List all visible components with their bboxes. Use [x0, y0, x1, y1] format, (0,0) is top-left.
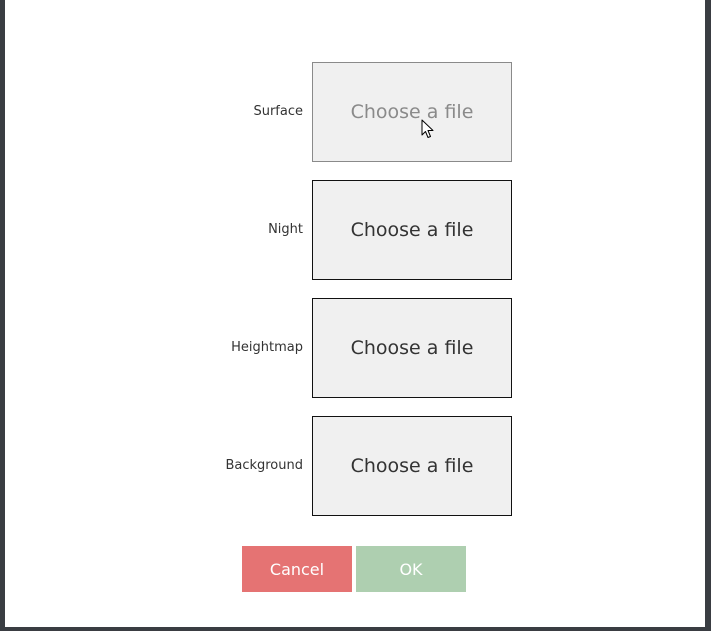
surface-file-picker-text: Choose a file	[350, 101, 474, 123]
night-file-picker-text: Choose a file	[350, 219, 474, 241]
background-label: Background	[225, 458, 303, 473]
cancel-button[interactable]: Cancel	[242, 546, 352, 592]
night-label: Night	[268, 222, 303, 237]
night-file-picker[interactable]: Choose a file	[312, 180, 512, 280]
texture-dialog: Surface Choose a file Night Choose a fil…	[5, 0, 705, 627]
heightmap-label: Heightmap	[231, 340, 303, 355]
heightmap-file-picker[interactable]: Choose a file	[312, 298, 512, 398]
surface-label: Surface	[253, 104, 303, 119]
heightmap-file-picker-text: Choose a file	[350, 337, 474, 359]
ok-button[interactable]: OK	[356, 546, 466, 592]
surface-file-picker[interactable]: Choose a file	[312, 62, 512, 162]
background-file-picker-text: Choose a file	[350, 455, 474, 477]
background-file-picker[interactable]: Choose a file	[312, 416, 512, 516]
